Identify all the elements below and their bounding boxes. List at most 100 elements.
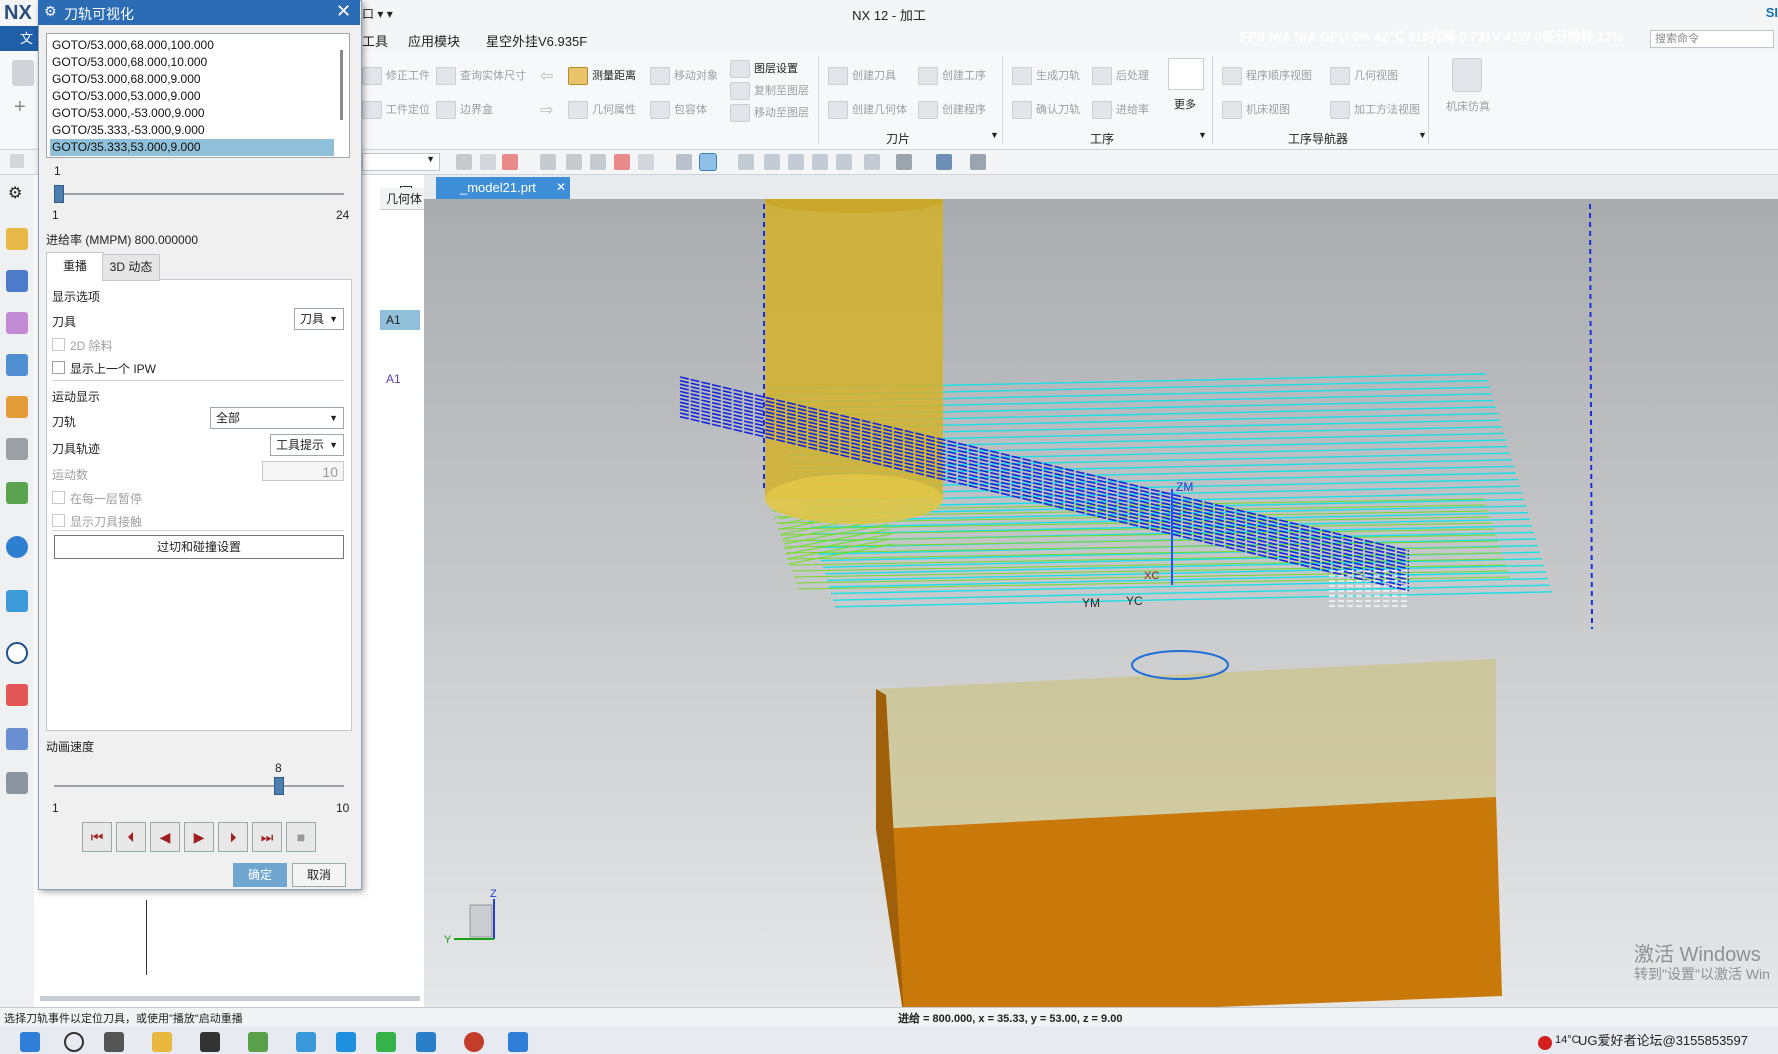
ribbon-btn-program-order-view[interactable]: 程序顺序视图 (1222, 67, 1312, 86)
snap-icon[interactable] (456, 154, 472, 170)
goto-row[interactable]: GOTO/53.000,68.000,10.000 (50, 54, 334, 71)
motion-count-input[interactable]: 10 (262, 461, 344, 481)
ok-button[interactable]: 确定 (233, 863, 287, 887)
edge-icon[interactable] (336, 1032, 356, 1052)
roles-icon[interactable] (6, 728, 28, 750)
circle-icon[interactable] (590, 154, 606, 170)
trace-select[interactable]: 工具提示 ▼ (270, 434, 344, 456)
ribbon-more-button[interactable]: 更多 (1174, 96, 1196, 112)
ribbon-btn-feed-rate[interactable]: 进给率 (1092, 101, 1149, 120)
list-scrollbar[interactable] (340, 50, 343, 120)
more-icon[interactable] (1168, 58, 1204, 90)
close-icon[interactable]: ✕ (336, 1, 351, 22)
goto-row[interactable]: GOTO/53.000,-53.000,9.000 (50, 105, 334, 122)
ribbon-btn-move-to-layer[interactable]: 移动至图层 (730, 104, 809, 123)
anim-speed-track[interactable] (54, 785, 344, 787)
list-slider-track[interactable] (54, 193, 344, 195)
fast-forward-button[interactable]: ⏭ (252, 822, 282, 852)
tab-3d-dynamic[interactable]: 3D 动态 (102, 254, 160, 281)
ribbon-btn-layer-settings[interactable]: 图层设置 (730, 60, 798, 79)
machine-navigator-icon[interactable] (6, 396, 28, 418)
rotate-icon[interactable] (788, 154, 804, 170)
filter-dropdown[interactable]: ▼ (362, 153, 440, 171)
select-box-icon[interactable] (638, 154, 654, 170)
assembly-navigator-icon[interactable] (6, 270, 28, 292)
ribbon-btn-geometry-view[interactable]: 几何视图 (1330, 67, 1398, 86)
goto-row[interactable]: GOTO/35.333,53.000,9.000 (50, 139, 334, 156)
goto-row[interactable]: GOTO/53.000,68.000,100.000 (50, 37, 334, 54)
ribbon-btn-envelope[interactable]: 包容体 (650, 101, 707, 120)
system-scene-icon[interactable] (6, 772, 28, 794)
machine-sim-icon[interactable] (1452, 58, 1482, 92)
nav-scrollbar[interactable] (40, 996, 420, 1001)
checkbox-tool-contact[interactable] (52, 514, 65, 527)
path-select[interactable]: 全部 ▼ (210, 407, 344, 429)
orient-icon[interactable] (864, 154, 880, 170)
step-forward-button[interactable]: ⏵ (218, 822, 248, 852)
anim-speed-thumb[interactable] (273, 777, 284, 795)
ribbon-btn-move-object[interactable]: 移动对象 (650, 67, 718, 86)
close-icon[interactable]: ✕ (556, 180, 566, 194)
ribbon-btn-create-operation[interactable]: 创建工序 (918, 67, 986, 86)
stop-button[interactable]: ■ (286, 822, 316, 852)
search-icon[interactable] (64, 1032, 84, 1052)
snap-arc-icon[interactable] (614, 154, 630, 170)
render-style-icon[interactable] (896, 154, 912, 170)
arrow-left-icon[interactable]: ⇦ (540, 66, 553, 86)
app-icon[interactable] (248, 1032, 268, 1052)
ribbon-btn-query-size[interactable]: 查询实体尺寸 (436, 67, 526, 86)
add-icon[interactable]: + (14, 96, 26, 119)
ribbon-btn-geometry-props[interactable]: 几何属性 (568, 101, 636, 120)
snap-end-icon[interactable] (502, 154, 518, 170)
ribbon-btn-method-view[interactable]: 加工方法视图 (1330, 101, 1420, 120)
file-menu[interactable]: 文 (0, 26, 40, 51)
ribbon-btn-bounding-box[interactable]: 边界盒 (436, 101, 493, 120)
nav-cell[interactable]: A1 (380, 369, 420, 389)
start-icon[interactable] (20, 1032, 40, 1052)
cancel-button[interactable]: 取消 (292, 863, 346, 887)
ribbon-btn-create-tool[interactable]: 创建刀具 (828, 67, 896, 86)
notification-badge[interactable] (1538, 1036, 1552, 1050)
command-search-input[interactable]: 搜索命令 (1650, 30, 1774, 48)
shaded-edges-icon[interactable] (699, 153, 717, 171)
play-button[interactable]: ▶ (184, 822, 214, 852)
goto-row[interactable]: GOTO/53.000,53.000,9.000 (50, 88, 334, 105)
ribbon-btn-copy-to-layer[interactable]: 复制至图层 (730, 82, 809, 101)
palette-icon[interactable] (6, 684, 28, 706)
ribbon-btn-verify-path[interactable]: 确认刀轨 (1012, 101, 1080, 120)
tab-replay[interactable]: 重播 (46, 252, 104, 280)
chevron-down-icon[interactable]: ▼ (1418, 130, 1427, 140)
ribbon-btn-workpiece-position[interactable]: 工件定位 (362, 101, 430, 120)
goto-listbox[interactable]: GOTO/53.000,68.000,100.000 GOTO/53.000,68… (46, 33, 350, 158)
gear-icon[interactable]: ⚙ (44, 3, 57, 20)
fit-icon[interactable] (738, 154, 754, 170)
rewind-to-start-button[interactable]: ⏮ (82, 822, 112, 852)
clock-icon[interactable] (6, 642, 28, 664)
chevron-down-icon[interactable]: ▼ (990, 130, 999, 140)
play-reverse-button[interactable]: ◀ (150, 822, 180, 852)
snap-point-icon[interactable] (480, 154, 496, 170)
checkbox-pause-layer[interactable] (52, 491, 65, 504)
chevron-down-icon[interactable]: ▼ (1198, 130, 1207, 140)
app-icon[interactable] (464, 1032, 484, 1052)
snap-mid-icon[interactable] (540, 154, 556, 170)
ribbon-btn-machine-sim[interactable]: 机床仿真 (1446, 98, 1490, 114)
menu-applications[interactable]: 应用模块 (408, 31, 460, 50)
list-slider-thumb[interactable] (54, 185, 64, 203)
ribbon-btn-generate-path[interactable]: 生成刀轨 (1012, 67, 1080, 86)
pan-icon[interactable] (812, 154, 828, 170)
checkbox-prev-ipw[interactable] (52, 361, 65, 374)
goto-row[interactable]: GOTO/35.333,-53.000,9.000 (50, 122, 334, 139)
zoom-icon[interactable] (764, 154, 780, 170)
operation-navigator-icon[interactable] (6, 354, 28, 376)
settings-icon[interactable]: ⚙ (8, 183, 22, 203)
goto-row[interactable]: GOTO/53.000,68.000,9.000 (50, 71, 334, 88)
arrow-right-icon[interactable]: ⇨ (540, 100, 553, 120)
nav-cell[interactable]: A1 (380, 310, 420, 330)
toolbar-icon[interactable] (12, 60, 34, 86)
tab-model[interactable]: _model21.prt (436, 177, 570, 199)
web-browser-icon[interactable] (6, 590, 28, 612)
ribbon-btn-create-program[interactable]: 创建程序 (918, 101, 986, 120)
clip-icon[interactable] (836, 154, 852, 170)
ribbon-btn-create-geometry[interactable]: 创建几何体 (828, 101, 907, 120)
